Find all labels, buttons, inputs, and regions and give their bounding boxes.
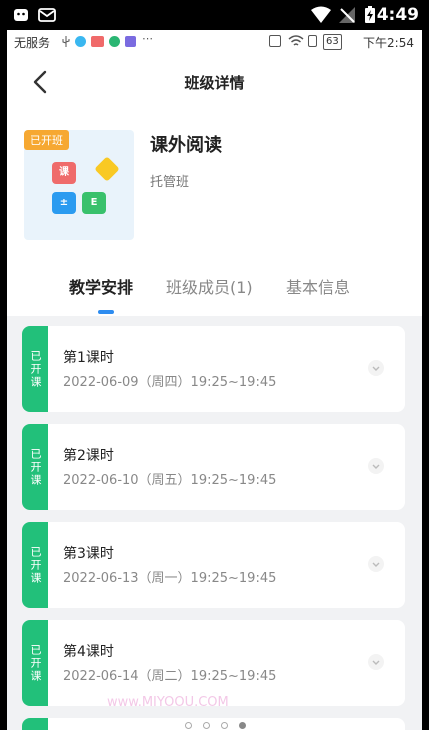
page-dot	[203, 722, 210, 729]
no-signal-icon	[339, 7, 355, 23]
more-notifications-icon: ⋯	[142, 32, 153, 45]
course-cover-image: 已开班 课 ± E	[24, 130, 134, 240]
lesson-status-badge: 已开课	[22, 522, 48, 608]
tab-bar: 教学安排 班级成员(1) 基本信息	[7, 270, 422, 310]
lesson-time: 2022-06-09（周四）19:25~19:45	[63, 375, 277, 390]
app-icon-4	[125, 36, 136, 47]
tab-basic-info[interactable]: 基本信息	[286, 274, 350, 298]
system-clock: 4:49	[376, 5, 419, 25]
lesson-card[interactable]: 已开课 第4课时 2022-06-14（周二）19:25~19:45	[22, 620, 405, 706]
app-icon-3	[109, 36, 120, 47]
lesson-title: 第4课时	[63, 644, 114, 660]
chevron-down-icon[interactable]	[367, 457, 385, 475]
system-status-bar: 4:49	[0, 0, 429, 30]
wifi-small-icon	[288, 35, 304, 46]
app-icon-2	[91, 36, 104, 47]
carrier-label: 无服务	[14, 36, 51, 50]
tab-teaching-schedule[interactable]: 教学安排	[69, 274, 133, 298]
battery-level: 63	[323, 34, 342, 50]
status-bar: 无服务 ⋯ 63 下午2:54	[7, 30, 422, 54]
page-dot-active	[239, 722, 246, 729]
chevron-down-icon[interactable]	[367, 359, 385, 377]
lesson-status-badge: 已开课	[22, 424, 48, 510]
status-time: 下午2:54	[363, 36, 414, 50]
diamond-shape-icon	[94, 156, 120, 182]
page-dots	[179, 720, 259, 730]
app-notification-icon	[14, 9, 28, 21]
chevron-down-icon[interactable]	[367, 555, 385, 573]
lesson-list: 已开课 第1课时 2022-06-09（周四）19:25~19:45 已开课 第…	[7, 316, 422, 730]
page-dot	[221, 722, 228, 729]
page-title: 班级详情	[184, 74, 245, 92]
lesson-title: 第3课时	[63, 546, 114, 562]
book-block-blue: ±	[52, 192, 76, 214]
lesson-title: 第2课时	[63, 448, 114, 464]
lesson-status-badge: 已开课	[22, 620, 48, 706]
app-screen: 无服务 ⋯ 63 下午2:54 班级详情 已开班 课 ± E 课外阅读 托管班 …	[7, 30, 422, 730]
chevron-down-icon[interactable]	[367, 653, 385, 671]
lesson-card[interactable]: 已开课 第1课时 2022-06-09（周四）19:25~19:45	[22, 326, 405, 412]
lesson-time: 2022-06-10（周五）19:25~19:45	[63, 473, 277, 488]
app-icon-1	[75, 36, 86, 47]
lesson-card[interactable]: 已开课 第2课时 2022-06-10（周五）19:25~19:45	[22, 424, 405, 510]
mail-notification-icon	[38, 8, 56, 22]
lesson-status-badge: 已开课	[22, 326, 48, 412]
tab-class-members[interactable]: 班级成员(1)	[166, 274, 253, 298]
book-block-red: 课	[52, 162, 76, 184]
sim-icon	[308, 35, 317, 47]
lesson-status-badge-partial	[22, 718, 48, 730]
nav-header: 班级详情	[7, 60, 422, 104]
lesson-time: 2022-06-14（周二）19:25~19:45	[63, 669, 277, 684]
usb-icon	[62, 36, 70, 47]
course-name: 课外阅读	[150, 135, 222, 156]
vibrate-icon	[269, 35, 281, 47]
wifi-icon	[311, 6, 331, 23]
course-status-tag: 已开班	[24, 130, 69, 150]
battery-charging-icon	[365, 6, 375, 23]
book-block-green: E	[82, 192, 106, 214]
lesson-card[interactable]: 已开课 第3课时 2022-06-13（周一）19:25~19:45	[22, 522, 405, 608]
course-type: 托管班	[150, 175, 190, 190]
lesson-title: 第1课时	[63, 350, 114, 366]
page-dot	[185, 722, 192, 729]
watermark: www.MIYOOU.COM	[107, 695, 229, 710]
lesson-time: 2022-06-13（周一）19:25~19:45	[63, 571, 277, 586]
active-tab-indicator	[98, 310, 114, 314]
